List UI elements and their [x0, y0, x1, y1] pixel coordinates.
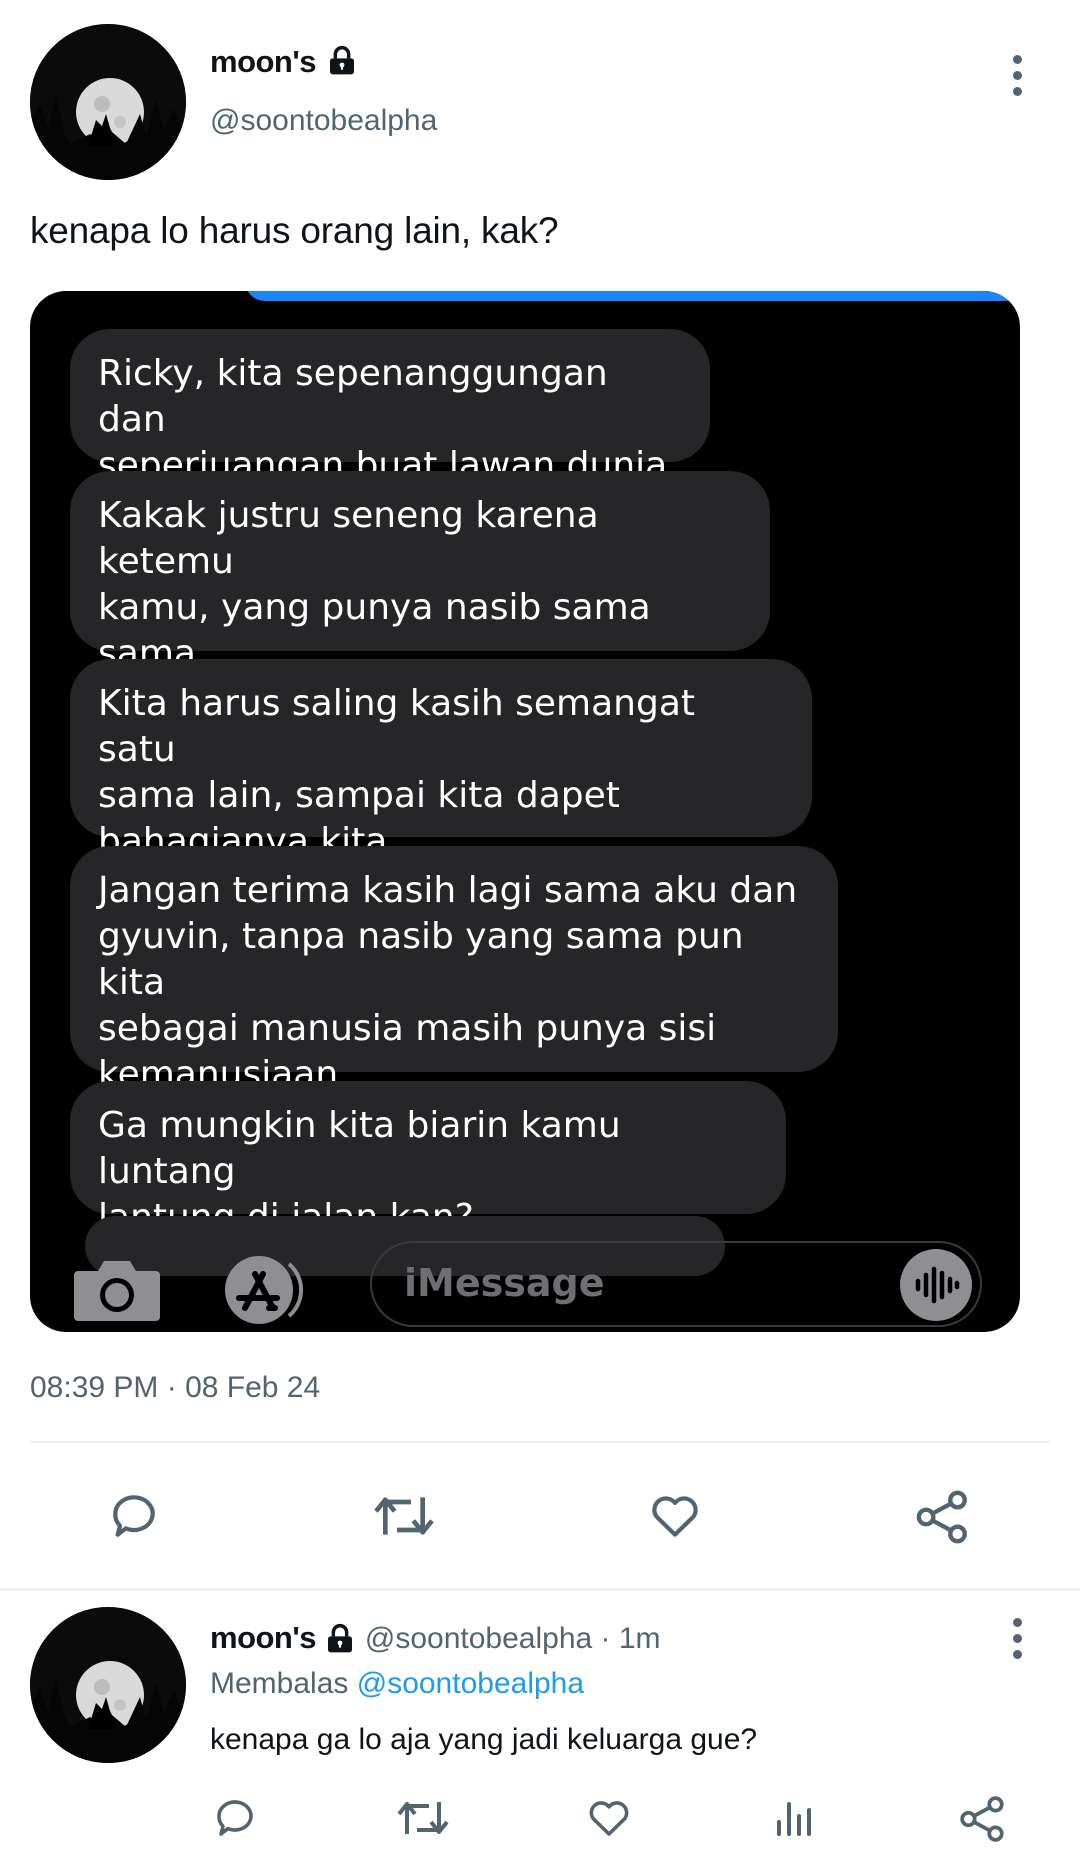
reply-icon — [217, 1800, 253, 1836]
message-bubble: Ricky, kita sepenanggungan dan seperjuan… — [70, 329, 710, 486]
reply-more-options-icon[interactable] — [1007, 1618, 1027, 1666]
like-icon — [589, 1801, 629, 1836]
reply-analytics-button[interactable] — [770, 1794, 820, 1842]
more-options-icon[interactable] — [1007, 55, 1027, 103]
lock-icon — [330, 45, 355, 75]
app-store-icon — [215, 1254, 311, 1326]
analytics-icon — [777, 1802, 811, 1836]
tweet-text: kenapa lo harus orang lain, kak? — [30, 210, 559, 251]
replying-to-mention[interactable]: @soontobealpha — [357, 1667, 584, 1700]
audio-waveform-icon — [900, 1249, 972, 1321]
reply-reply-button[interactable] — [210, 1794, 260, 1842]
reply-icon — [113, 1495, 155, 1537]
reply-author-avatar[interactable] — [30, 1607, 186, 1763]
reply-share-button[interactable] — [958, 1794, 1008, 1844]
imessage-placeholder: iMessage — [404, 1261, 605, 1305]
author-handle[interactable]: @soontobealpha — [210, 104, 437, 138]
camera-icon — [74, 1259, 160, 1321]
share-button[interactable] — [914, 1488, 972, 1546]
reply-author-name[interactable]: moon's — [210, 1620, 316, 1655]
replying-prefix: Membalas — [210, 1667, 349, 1700]
message-bubble: Ga mungkin kita biarin kamu luntang lant… — [70, 1081, 786, 1238]
reply-like-button[interactable] — [584, 1794, 634, 1842]
message-bubble: Jangan terima kasih lagi sama aku dan gy… — [70, 846, 838, 1095]
share-icon — [916, 1490, 967, 1544]
lock-icon — [328, 1623, 353, 1653]
author-name-row: moon's — [210, 44, 358, 80]
section-divider — [0, 1588, 1080, 1591]
author-name[interactable]: moon's — [210, 44, 316, 79]
message-bubble: Kakak justru seneng karena ketemu kamu, … — [70, 471, 770, 720]
retweet-icon — [374, 1497, 434, 1535]
imessage-input: iMessage — [370, 1241, 982, 1327]
tweet-timestamp[interactable]: 08:39 PM · 08 Feb 24 — [30, 1371, 320, 1405]
message-bubble: Kita harus saling kasih semangat satu sa… — [70, 659, 812, 862]
reply-text: kenapa ga lo aja yang jadi keluarga gue? — [210, 1723, 758, 1756]
wolf-moon-avatar-icon — [30, 24, 186, 180]
retweet-icon — [397, 1802, 449, 1834]
reply-button[interactable] — [105, 1488, 163, 1544]
sent-bubble-edge — [245, 291, 1020, 301]
divider — [30, 1441, 1050, 1443]
like-button[interactable] — [645, 1488, 705, 1544]
reply-retweet-button[interactable] — [394, 1794, 452, 1842]
share-icon — [960, 1796, 1004, 1842]
reply-header: moon's @soontobealpha · 1m — [210, 1620, 661, 1656]
reply-meta[interactable]: @soontobealpha · 1m — [365, 1622, 661, 1655]
attached-image[interactable]: Ricky, kita sepenanggungan dan seperjuan… — [30, 291, 1020, 1332]
retweet-button[interactable] — [370, 1488, 438, 1544]
replying-to-line: Membalas @soontobealpha — [210, 1667, 584, 1701]
like-icon — [652, 1496, 698, 1537]
author-avatar[interactable] — [30, 24, 186, 180]
wolf-moon-avatar-icon — [30, 1607, 186, 1763]
